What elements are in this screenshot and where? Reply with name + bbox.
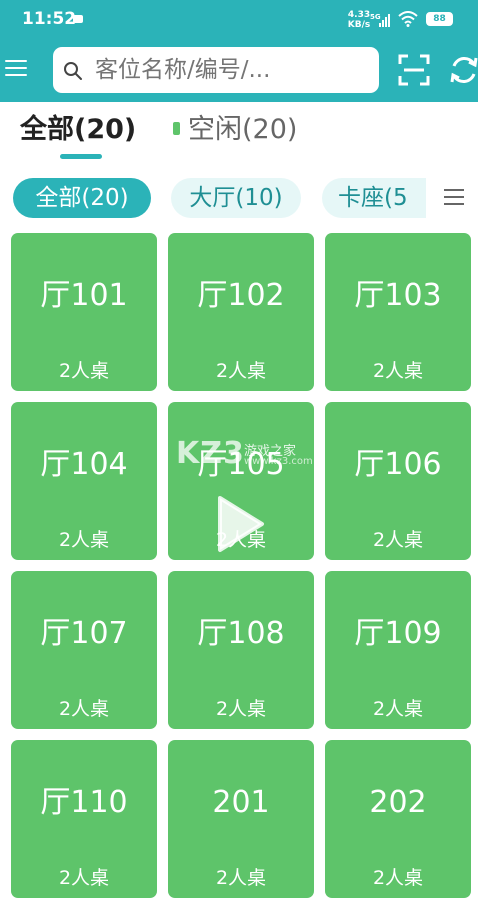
table-card[interactable]: 厅102 2人桌 xyxy=(168,233,314,391)
search-icon xyxy=(63,61,83,85)
table-name: 厅105 xyxy=(197,447,285,482)
table-seats: 2人桌 xyxy=(215,529,267,551)
table-seats: 2人桌 xyxy=(58,867,110,889)
tab-idle-label: 空闲(20) xyxy=(188,114,298,145)
table-seats: 2人桌 xyxy=(372,360,424,382)
status-bar: 11:52 4.33 KB/s 5G 88 xyxy=(0,0,478,38)
table-seats: 2人桌 xyxy=(372,529,424,551)
table-name: 厅104 xyxy=(40,447,128,482)
table-seats: 2人桌 xyxy=(372,698,424,720)
tab-idle[interactable]: 空闲(20) xyxy=(173,110,297,150)
table-seats: 2人桌 xyxy=(58,360,110,382)
table-name: 厅102 xyxy=(197,278,285,313)
table-card[interactable]: 201 2人桌 xyxy=(168,740,314,898)
table-grid: 厅101 2人桌 厅102 2人桌 厅103 2人桌 厅104 2人桌 厅105 2人桌 … xyxy=(11,233,471,898)
table-name: 202 xyxy=(369,785,427,820)
table-card[interactable]: 厅101 2人桌 xyxy=(11,233,157,391)
refresh-icon[interactable] xyxy=(450,54,478,90)
battery-icon: 88 xyxy=(426,12,453,26)
wifi-icon xyxy=(398,11,418,31)
table-card[interactable]: 厅108 2人桌 xyxy=(168,571,314,729)
signal-icon: 5G xyxy=(370,12,392,31)
search-input[interactable] xyxy=(95,47,371,93)
status-time: 11:52 xyxy=(22,9,77,29)
network-type: 5G xyxy=(370,13,381,21)
table-name: 厅107 xyxy=(40,616,128,651)
table-card[interactable]: 厅107 2人桌 xyxy=(11,571,157,729)
list-icon[interactable] xyxy=(444,189,464,207)
table-name: 厅108 xyxy=(197,616,285,651)
table-card[interactable]: 厅110 2人桌 xyxy=(11,740,157,898)
table-name: 厅109 xyxy=(354,616,442,651)
idle-status-dot xyxy=(173,122,180,135)
chip-booth[interactable]: 卡座(5 xyxy=(322,178,426,218)
table-card[interactable]: 厅105 2人桌 xyxy=(168,402,314,560)
table-seats: 2人桌 xyxy=(215,867,267,889)
menu-icon[interactable] xyxy=(5,60,27,78)
table-card[interactable]: 厅106 2人桌 xyxy=(325,402,471,560)
tab-all[interactable]: 全部(20) xyxy=(20,110,136,150)
table-card[interactable]: 厅103 2人桌 xyxy=(325,233,471,391)
chip-hall[interactable]: 大厅(10) xyxy=(171,178,301,218)
camera-icon xyxy=(73,15,83,23)
chip-all[interactable]: 全部(20) xyxy=(13,178,151,218)
table-name: 厅106 xyxy=(354,447,442,482)
table-name: 201 xyxy=(212,785,270,820)
active-tab-indicator xyxy=(60,154,102,159)
table-name: 厅103 xyxy=(354,278,442,313)
table-card[interactable]: 202 2人桌 xyxy=(325,740,471,898)
table-card[interactable]: 厅109 2人桌 xyxy=(325,571,471,729)
scan-icon[interactable] xyxy=(398,54,430,90)
table-seats: 2人桌 xyxy=(372,867,424,889)
table-seats: 2人桌 xyxy=(58,529,110,551)
table-seats: 2人桌 xyxy=(215,360,267,382)
table-card[interactable]: 厅104 2人桌 xyxy=(11,402,157,560)
table-seats: 2人桌 xyxy=(215,698,267,720)
table-name: 厅110 xyxy=(40,785,128,820)
search-box[interactable] xyxy=(53,47,379,93)
table-seats: 2人桌 xyxy=(58,698,110,720)
top-bar xyxy=(0,38,478,102)
table-name: 厅101 xyxy=(40,278,128,313)
